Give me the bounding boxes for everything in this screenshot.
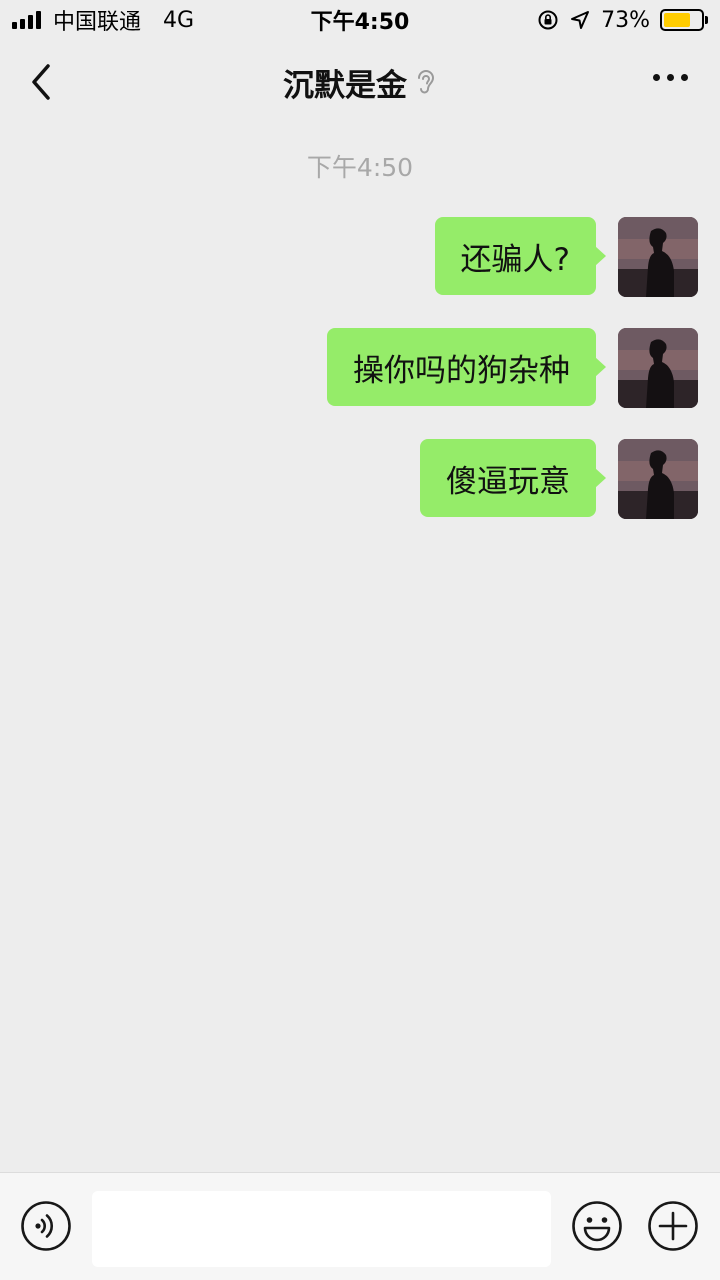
message-input[interactable] — [92, 1191, 551, 1267]
voice-input-button[interactable] — [20, 1200, 72, 1252]
avatar[interactable] — [618, 439, 698, 519]
more-dot-icon — [681, 74, 688, 81]
signal-strength-icon — [12, 11, 41, 29]
back-button[interactable] — [22, 60, 62, 104]
avatar-silhouette-icon — [618, 217, 698, 297]
message-bubble[interactable]: 傻逼玩意 — [420, 439, 606, 517]
location-icon — [571, 11, 590, 29]
chat-area[interactable]: 下午4:50 还骗人? 操你吗的狗杂种 傻逼玩意 — [0, 120, 720, 1172]
avatar[interactable] — [618, 217, 698, 297]
more-functions-button[interactable] — [647, 1200, 699, 1252]
carrier-name: 中国联通 — [53, 10, 142, 35]
earpiece-mode-icon — [418, 70, 435, 94]
nav-bar: 沉默是金 — [0, 44, 720, 120]
battery-percent: 73% — [601, 7, 650, 33]
chat-title-text: 沉默是金 — [283, 67, 407, 104]
chat-title: 沉默是金 — [283, 60, 437, 105]
input-bar — [0, 1172, 720, 1280]
message-bubble[interactable]: 还骗人? — [434, 217, 607, 295]
status-left: 中国联通 4G — [12, 4, 194, 36]
avatar[interactable] — [618, 328, 698, 408]
orientation-lock-icon — [538, 10, 558, 30]
network-type: 4G — [163, 7, 195, 33]
message-row: 还骗人? — [434, 217, 698, 297]
battery-icon — [660, 9, 708, 31]
status-right: 73% — [537, 8, 708, 33]
message-row: 傻逼玩意 — [420, 439, 698, 519]
more-dot-icon — [653, 74, 660, 81]
status-bar: 中国联通 4G 下午4:50 73% — [0, 0, 720, 40]
avatar-silhouette-icon — [618, 328, 698, 408]
emoji-button[interactable] — [571, 1200, 623, 1252]
avatar-silhouette-icon — [618, 439, 698, 519]
message-bubble[interactable]: 操你吗的狗杂种 — [327, 328, 606, 406]
message-timestamp: 下午4:50 — [306, 153, 414, 182]
more-button[interactable] — [653, 74, 688, 81]
message-row: 操你吗的狗杂种 — [327, 328, 698, 408]
more-dot-icon — [667, 74, 674, 81]
